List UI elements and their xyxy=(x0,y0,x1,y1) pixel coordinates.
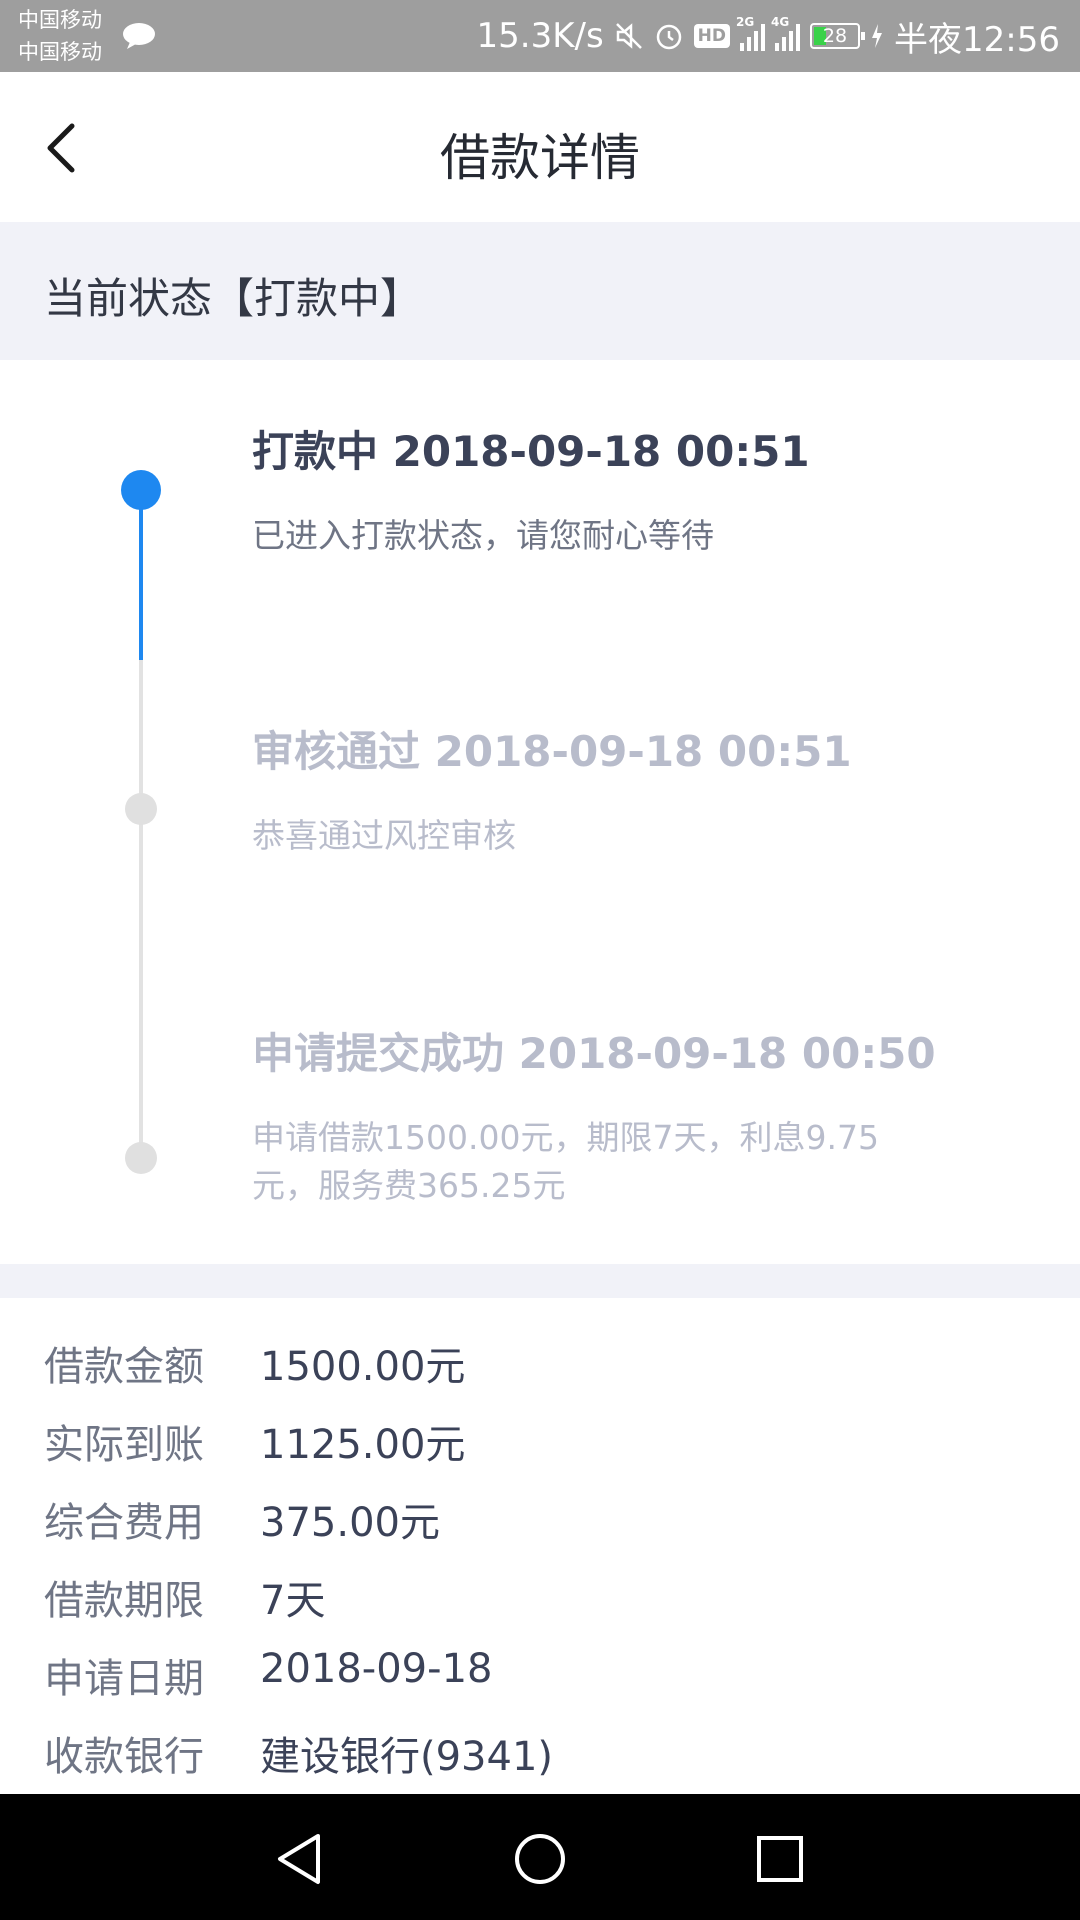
loan-details: 借款金额 1500.00元 实际到账 1125.00元 综合费用 375.00元… xyxy=(0,1298,1080,1794)
detail-value: 2018-09-18 xyxy=(260,1646,493,1692)
signal-icon-4g: 4G xyxy=(771,15,801,51)
section-divider xyxy=(0,1264,1080,1298)
detail-value: 建设银行(9341) xyxy=(260,1734,554,1780)
timeline-step-desc: 恭喜通过风控审核 xyxy=(252,816,516,855)
timeline-step-desc: 申请借款1500.00元，期限7天，利息9.75元，服务费365.25元 xyxy=(252,1118,879,1205)
charging-icon xyxy=(872,24,883,48)
signal-icon-2g: 2G xyxy=(736,15,766,51)
alarm-icon xyxy=(656,24,681,50)
detail-row-received: 实际到账 1125.00元 xyxy=(0,1404,1080,1474)
current-status-text: 当前状态【打款中】 xyxy=(44,274,423,323)
carrier-label-2: 中国移动 xyxy=(18,40,102,64)
timeline-dot-active xyxy=(121,470,161,510)
nav-recent-apps-icon[interactable] xyxy=(745,1824,815,1894)
timeline-step-title: 打款中 2018-09-18 00:51 xyxy=(252,427,810,476)
detail-label: 借款金额 xyxy=(44,1344,204,1390)
carrier-label-1: 中国移动 xyxy=(18,8,102,32)
nav-home-icon[interactable] xyxy=(505,1824,575,1894)
battery-level: 28 xyxy=(822,25,848,47)
timeline-step-desc: 已进入打款状态，请您耐心等待 xyxy=(252,516,714,555)
timeline-step-title: 审核通过 2018-09-18 00:51 xyxy=(252,727,852,776)
network-speed: 15.3K/s xyxy=(476,16,604,56)
battery-icon: 28 xyxy=(810,23,866,49)
current-status-band: 当前状态【打款中】 xyxy=(0,222,1080,360)
detail-row-date: 申请日期 2018-09-18 xyxy=(0,1638,1080,1708)
signal-2g-label: 2G xyxy=(736,15,755,29)
detail-value: 7天 xyxy=(260,1578,326,1624)
detail-row-amount: 借款金额 1500.00元 xyxy=(0,1326,1080,1396)
timeline-dot xyxy=(125,1142,157,1174)
progress-timeline: 打款中 2018-09-18 00:51 已进入打款状态，请您耐心等待 审核通过… xyxy=(0,360,1080,1264)
detail-value: 375.00元 xyxy=(260,1500,440,1546)
signal-4g-label: 4G xyxy=(771,15,790,29)
detail-label: 借款期限 xyxy=(44,1578,204,1624)
detail-row-term: 借款期限 7天 xyxy=(0,1560,1080,1630)
detail-label: 实际到账 xyxy=(44,1422,204,1468)
app-header: 借款详情 xyxy=(0,72,1080,222)
timeline-dot xyxy=(125,793,157,825)
detail-row-bank: 收款银行 建设银行(9341) xyxy=(0,1716,1080,1786)
hd-icon: HD xyxy=(693,24,731,48)
mute-icon xyxy=(615,23,642,49)
detail-row-fee: 综合费用 375.00元 xyxy=(0,1482,1080,1552)
timeline-step-title: 申请提交成功 2018-09-18 00:50 xyxy=(252,1029,936,1078)
system-nav-bar xyxy=(0,1794,1080,1920)
detail-label: 收款银行 xyxy=(44,1734,204,1780)
detail-value: 1125.00元 xyxy=(260,1422,466,1468)
detail-value: 1500.00元 xyxy=(260,1344,466,1390)
message-icon xyxy=(123,23,155,49)
clock: 半夜12:56 xyxy=(894,19,1060,60)
detail-label: 申请日期 xyxy=(44,1656,204,1702)
page-title: 借款详情 xyxy=(440,129,640,187)
timeline-progress xyxy=(139,490,143,660)
detail-label: 综合费用 xyxy=(44,1500,204,1546)
status-bar: 中国移动 中国移动 15.3K/s HD 2G 4G 28 半夜12:56 xyxy=(0,0,1080,72)
nav-back-icon[interactable] xyxy=(266,1824,336,1894)
